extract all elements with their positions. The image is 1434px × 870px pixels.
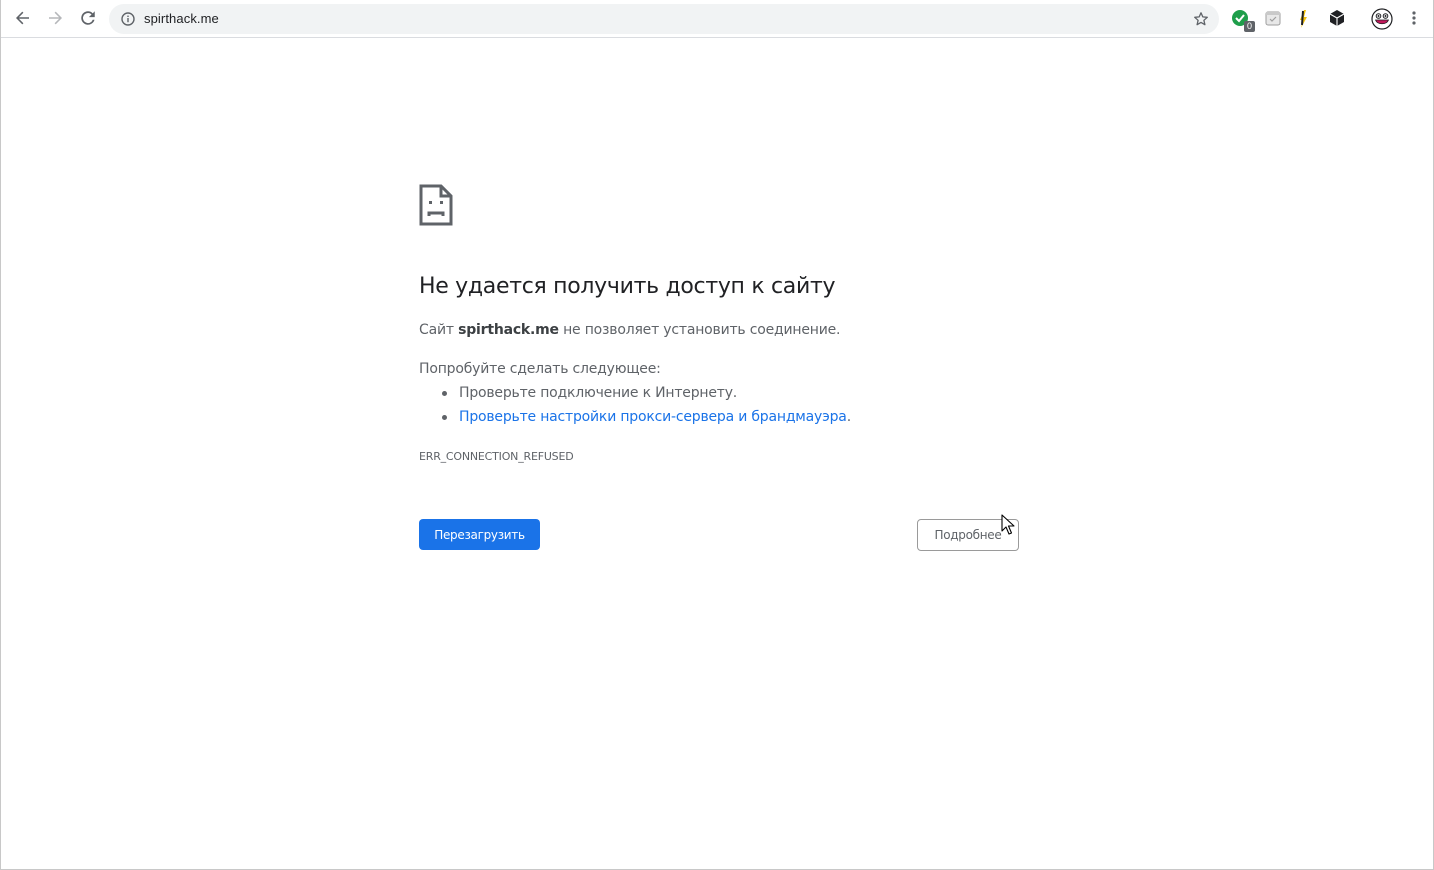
info-icon[interactable] xyxy=(121,12,135,26)
url-text[interactable]: spirthack.me xyxy=(144,11,219,26)
box-extension-button[interactable] xyxy=(1327,8,1349,30)
grey-extension-button[interactable] xyxy=(1263,8,1285,30)
profile-avatar-button[interactable] xyxy=(1371,8,1393,30)
error-title: Не удается получить доступ к сайту xyxy=(419,274,836,299)
forward-button[interactable] xyxy=(42,5,68,31)
mouse-cursor-icon xyxy=(1001,514,1015,535)
browser-menu-button[interactable] xyxy=(1401,5,1427,31)
suggestions-list: Проверьте подключение к Интернету. Прове… xyxy=(419,383,851,431)
sad-page-icon xyxy=(419,184,453,226)
error-description: Сайт spirthack.me не позволяет установит… xyxy=(419,322,840,338)
arrow-left-icon xyxy=(16,11,29,25)
suggestion-period: . xyxy=(846,409,851,425)
kebab-menu-icon xyxy=(1412,11,1416,25)
smiley-avatar-icon xyxy=(1371,8,1393,30)
suggestions-heading: Попробуйте сделать следующее: xyxy=(419,361,661,377)
reload-page-button[interactable] xyxy=(75,5,101,31)
star-icon[interactable] xyxy=(1193,11,1209,27)
yellow-extension-button[interactable] xyxy=(1293,8,1315,30)
cube-icon xyxy=(1329,10,1345,26)
suggestion-check-connection: Проверьте подключение к Интернету. xyxy=(459,385,738,401)
proxy-firewall-link[interactable]: Проверьте настройки прокси-сервера и бра… xyxy=(459,409,847,425)
suggestion-item: Проверьте настройки прокси-сервера и бра… xyxy=(419,407,851,431)
reload-button[interactable]: Перезагрузить xyxy=(419,519,540,550)
reload-icon xyxy=(81,11,95,25)
arrow-right-icon xyxy=(49,11,62,25)
description-prefix: Сайт xyxy=(419,322,459,338)
browser-toolbar: spirthack.me 0 xyxy=(1,0,1433,38)
back-button[interactable] xyxy=(10,5,36,31)
extension-badge: 0 xyxy=(1244,21,1255,32)
shield-extension-button[interactable]: 0 xyxy=(1231,8,1255,32)
description-suffix: не позволяет установить соединение. xyxy=(558,322,841,338)
error-host: spirthack.me xyxy=(458,322,559,338)
address-bar[interactable]: spirthack.me xyxy=(109,4,1219,34)
window-icon xyxy=(1265,11,1281,26)
error-code: ERR_CONNECTION_REFUSED xyxy=(419,450,574,463)
lightning-icon xyxy=(1300,10,1307,28)
browser-window: spirthack.me 0 Не удается получить досту… xyxy=(0,0,1434,870)
suggestion-item: Проверьте подключение к Интернету. xyxy=(419,383,851,407)
